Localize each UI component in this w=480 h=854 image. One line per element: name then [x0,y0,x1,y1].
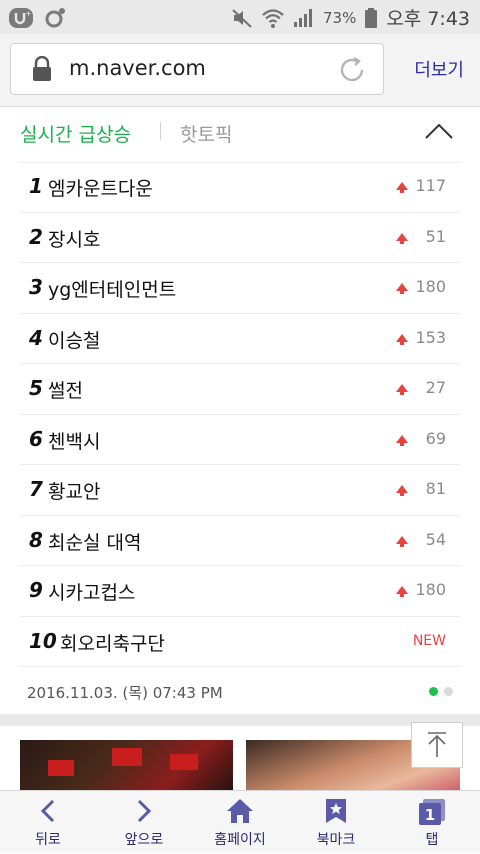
browser-toolbar: m.naver.com 더보기 [0,34,480,107]
back-icon [40,799,55,823]
rank-keyword[interactable]: 황교안 [48,477,100,504]
tab-count: 1 [425,806,435,824]
rank-keyword[interactable]: 시카고컵스 [48,578,135,605]
rank-change: 81 [425,479,446,498]
rank-number: 3 [29,275,43,299]
ranking-row[interactable]: 3 yg엔터테인먼트 180 [20,263,460,314]
ranking-row[interactable]: 2 장시호 51 [20,213,460,263]
battery-icon [365,7,378,28]
up-arrow-icon [396,333,408,345]
updated-timestamp: 2016.11.03. (목) 07:43 PM [27,684,223,702]
news-thumbnails [0,726,480,790]
tab-divider [160,122,161,140]
chevron-up-icon[interactable] [424,122,454,140]
u-plus-icon: + [9,8,33,28]
address-bar[interactable]: m.naver.com [10,43,384,95]
up-arrow-icon [396,434,408,446]
rank-keyword[interactable]: 최순실 대역 [48,528,141,555]
wifi-icon [262,8,284,28]
rank-number: 4 [29,325,43,350]
bookmark-icon [326,799,346,823]
svg-text:+: + [25,9,32,18]
tab-hot-topics[interactable]: 핫토픽 [180,120,232,147]
rank-keyword[interactable]: 회오리축구단 [60,629,165,656]
rank-keyword[interactable]: 장시호 [48,225,100,252]
up-arrow-icon [396,232,408,244]
trending-tabs: 실시간 급상승 핫토픽 [20,106,460,163]
nav-back[interactable]: 뒤로 [0,791,96,854]
rank-change: 117 [415,176,446,195]
rank-change: 54 [425,529,446,549]
up-arrow-icon [396,283,408,294]
rank-number: 2 [29,224,43,249]
rank-change: 180 [415,580,446,599]
rank-number: 10 [29,628,57,653]
rank-keyword[interactable]: 첸백시 [48,427,100,454]
ranking-row[interactable]: 10 회오리축구단 NEW [20,617,460,667]
nav-forward[interactable]: 앞으로 [96,791,192,854]
ranking-row[interactable]: 5 썰전 27 [20,364,460,415]
rank-number: 1 [29,174,43,198]
battery-percent: 73% [322,8,357,27]
page-indicator [429,687,453,696]
rank-number: 6 [29,426,43,451]
nav-home[interactable]: 홈페이지 [192,791,288,854]
reload-icon[interactable] [337,55,367,85]
browser-bottom-nav: 뒤로 앞으로 홈페이지 북마크 1 탭 [0,790,480,853]
rank-keyword[interactable]: yg엔터테인먼트 [48,275,176,302]
up-arrow-icon [396,485,408,496]
mute-icon [232,8,252,28]
nav-home-label: 홈페이지 [214,832,266,848]
ranking-row[interactable]: 8 최순실 대역 54 [20,516,460,566]
more-button[interactable]: 더보기 [414,56,464,82]
status-bar: + 73% 오후 7:43 [0,0,480,34]
url-text[interactable]: m.naver.com [69,56,206,80]
rank-change: 51 [425,226,446,246]
rank-keyword[interactable]: 엠카운트다운 [48,174,153,201]
ranking-row[interactable]: 4 이승철 153 [20,314,460,364]
ranking-row[interactable]: 1 엠카운트다운 117 [20,162,460,213]
up-arrow-icon [396,535,408,547]
new-badge: NEW [412,632,446,649]
nav-tabs-label: 탭 [425,832,439,848]
camera-dot-icon [45,8,65,28]
nav-forward-label: 앞으로 [124,832,164,848]
rank-keyword[interactable]: 이승철 [48,326,100,353]
page-dot-active[interactable] [429,687,438,696]
nav-tabs[interactable]: 1 탭 [384,791,480,854]
forward-icon [137,799,152,823]
signal-icon [293,8,312,27]
rank-number: 8 [29,527,43,552]
lock-icon [33,56,51,81]
rank-number: 9 [29,578,43,602]
clock: 오후 7:43 [386,8,470,30]
ranking-row[interactable]: 6 첸백시 69 [20,415,460,465]
rank-change: 27 [425,378,446,397]
nav-back-label: 뒤로 [35,832,61,848]
rank-change: 69 [425,428,446,448]
tabs-icon: 1 [419,799,445,825]
ranking-row[interactable]: 7 황교안 81 [20,465,460,516]
rank-keyword[interactable]: 썰전 [48,376,83,403]
rank-number: 5 [29,376,43,400]
section-divider [0,714,480,726]
rank-change: 180 [415,277,446,296]
news-thumbnail-image[interactable] [20,740,233,790]
nav-bookmarks-label: 북마크 [316,832,356,848]
up-arrow-icon [396,586,408,597]
rank-change: 153 [415,327,446,347]
scroll-top-button[interactable] [411,722,463,768]
page-dot[interactable] [444,687,453,696]
ranking-row[interactable]: 9 시카고컵스 180 [20,566,460,617]
ranking-list: 1 엠카운트다운 117 2 장시호 51 3 yg엔터테인먼트 180 4 이… [20,162,460,667]
rank-number: 7 [29,477,43,501]
nav-bookmarks[interactable]: 북마크 [288,791,384,854]
scroll-top-icon [428,732,446,757]
home-icon [227,799,253,823]
tab-realtime-trending[interactable]: 실시간 급상승 [20,120,131,147]
up-arrow-icon [396,182,408,193]
up-arrow-icon [396,384,408,395]
